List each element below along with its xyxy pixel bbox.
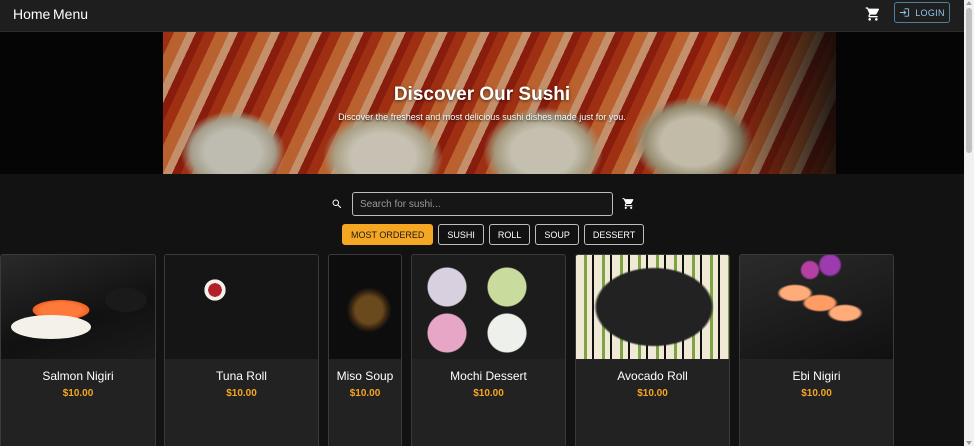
product-name: Miso Soup — [336, 369, 394, 383]
product-card[interactable]: Avocado Roll $10.00 — [575, 254, 730, 446]
login-button[interactable]: LOGIN — [894, 2, 950, 23]
scroll-up-icon[interactable] — [966, 1, 972, 5]
product-name: Mochi Dessert — [450, 369, 527, 383]
filter-sushi[interactable]: SUSHI — [438, 224, 484, 245]
login-label: LOGIN — [915, 7, 945, 18]
search-input[interactable] — [352, 192, 613, 216]
page-scrollbar[interactable] — [964, 0, 974, 446]
nav-menu-link[interactable]: Menu — [53, 6, 88, 22]
product-price: $10.00 — [473, 388, 504, 399]
product-price: $10.00 — [349, 388, 381, 399]
cart-icon[interactable] — [622, 197, 635, 210]
hero-title: Discover Our Sushi — [393, 84, 571, 105]
product-image — [1, 255, 155, 359]
login-icon — [900, 8, 910, 17]
filter-dessert[interactable]: DESSERT — [583, 224, 645, 245]
product-card[interactable]: Ebi Nigiri $10.00 — [739, 254, 894, 446]
product-card[interactable]: Miso Soup $10.00 — [328, 254, 402, 446]
filter-most-ordered[interactable]: MOST ORDERED — [342, 224, 434, 245]
product-price: $10.00 — [637, 388, 668, 399]
product-price: $10.00 — [226, 388, 257, 399]
scrollbar-thumb[interactable] — [966, 8, 972, 153]
product-card[interactable]: Mochi Dessert $10.00 — [411, 254, 566, 446]
cart-icon[interactable] — [865, 6, 881, 22]
nav-home-link[interactable]: Home — [13, 6, 50, 22]
product-name: Tuna Roll — [216, 369, 267, 383]
product-image — [740, 255, 893, 359]
filter-roll[interactable]: ROLL — [488, 224, 531, 245]
search-icon[interactable] — [331, 198, 343, 210]
filter-soup[interactable]: SOUP — [535, 224, 579, 245]
product-image — [329, 255, 401, 359]
product-image — [576, 255, 729, 359]
product-image — [165, 255, 318, 359]
product-price: $10.00 — [62, 388, 94, 399]
product-name: Ebi Nigiri — [792, 369, 841, 383]
product-card[interactable]: Tuna Roll $10.00 — [164, 254, 319, 446]
product-name: Salmon Nigiri — [42, 369, 114, 383]
category-filters: MOST ORDERED SUSHI ROLL SOUP DESSERT — [342, 224, 645, 245]
top-navbar: Home Menu LOGIN — [0, 0, 964, 32]
scroll-down-icon[interactable] — [966, 441, 972, 445]
hero-banner: Discover Our Sushi Discover the freshest… — [0, 32, 964, 174]
product-image — [412, 255, 565, 359]
product-card[interactable]: Salmon Nigiri $10.00 — [0, 254, 156, 446]
product-name: Avocado Roll — [617, 369, 688, 383]
hero-subtitle: Discover the freshest and most delicious… — [338, 112, 626, 122]
product-price: $10.00 — [801, 388, 832, 399]
